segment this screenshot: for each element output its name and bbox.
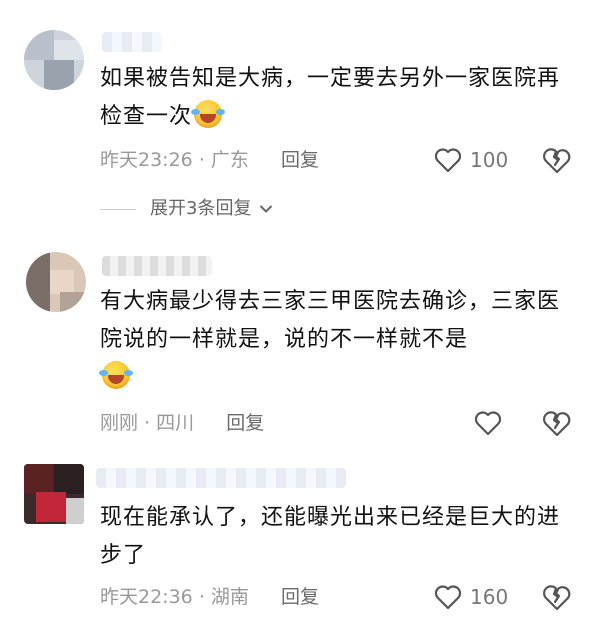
expand-replies-button[interactable]: 展开3条回复 bbox=[100, 196, 273, 222]
comment-item: 如果被告知是大病，一定要去另外一家医院再检查一次 昨天23:26 · 广东 回复… bbox=[0, 0, 600, 200]
like-button[interactable]: 100 bbox=[434, 145, 508, 175]
comment-time: 刚刚 bbox=[100, 412, 139, 434]
username-blurred[interactable] bbox=[102, 32, 162, 52]
username-blurred[interactable] bbox=[96, 468, 346, 488]
reply-button[interactable]: 回复 bbox=[281, 149, 319, 171]
comment-text: 有大病最少得去三家三甲医院去确诊，三家医院说的一样就是，说的不一样就不是 bbox=[99, 283, 570, 397]
comment-item: 有大病最少得去三家三甲医院去确诊，三家医院说的一样就是，说的不一样就不是 刚刚 … bbox=[0, 240, 600, 450]
comment-text-content: 现在能承认了，还能曝光出来已经是巨大的进步了 bbox=[100, 505, 561, 568]
comment-location: 四川 bbox=[156, 412, 195, 434]
username-blurred[interactable] bbox=[102, 256, 212, 276]
heart-icon bbox=[434, 148, 462, 173]
divider bbox=[100, 208, 136, 210]
broken-heart-icon bbox=[543, 585, 571, 611]
like-button[interactable]: 160 bbox=[434, 582, 508, 612]
reply-button[interactable]: 回复 bbox=[281, 586, 319, 608]
broken-heart-icon bbox=[543, 148, 571, 174]
comment-meta: 昨天22:36 · 湖南 回复 bbox=[100, 582, 319, 612]
dislike-button[interactable] bbox=[542, 145, 572, 175]
heart-icon bbox=[474, 411, 502, 436]
like-button[interactable] bbox=[474, 408, 510, 438]
comment-text: 如果被告知是大病，一定要去另外一家医院再检查一次 bbox=[100, 60, 570, 136]
comment-meta: 昨天23:26 · 广东 回复 bbox=[100, 145, 319, 175]
comment-location: 湖南 bbox=[210, 586, 249, 608]
laughing-crying-emoji-icon bbox=[99, 361, 133, 389]
dislike-button[interactable] bbox=[542, 408, 572, 438]
laughing-crying-emoji-icon bbox=[191, 100, 226, 128]
comment-time: 昨天22:36 bbox=[100, 586, 193, 608]
separator: · bbox=[198, 149, 205, 171]
like-count: 100 bbox=[470, 148, 509, 172]
avatar[interactable] bbox=[26, 252, 86, 312]
comment-text-content: 有大病最少得去三家三甲医院去确诊，三家医院说的一样就是，说的不一样就不是 bbox=[100, 289, 561, 352]
chevron-down-icon bbox=[260, 205, 273, 213]
reply-button[interactable]: 回复 bbox=[226, 412, 264, 434]
comment-time: 昨天23:26 bbox=[100, 149, 193, 171]
comment-location: 广东 bbox=[210, 149, 249, 171]
comment-meta: 刚刚 · 四川 回复 bbox=[100, 408, 264, 438]
separator: · bbox=[144, 412, 151, 434]
expand-replies-label: 展开3条回复 bbox=[150, 198, 252, 219]
heart-icon bbox=[434, 585, 462, 610]
avatar[interactable] bbox=[24, 30, 84, 90]
broken-heart-icon bbox=[543, 411, 571, 437]
dislike-button[interactable] bbox=[542, 582, 572, 612]
comment-text-content: 如果被告知是大病，一定要去另外一家医院再检查一次 bbox=[100, 66, 561, 129]
avatar[interactable] bbox=[24, 464, 84, 524]
like-count: 160 bbox=[470, 585, 509, 609]
comment-text: 现在能承认了，还能曝光出来已经是巨大的进步了 bbox=[100, 499, 570, 575]
separator: · bbox=[198, 586, 205, 608]
comment-item: 现在能承认了，还能曝光出来已经是巨大的进步了 昨天22:36 · 湖南 回复 1… bbox=[0, 450, 600, 622]
